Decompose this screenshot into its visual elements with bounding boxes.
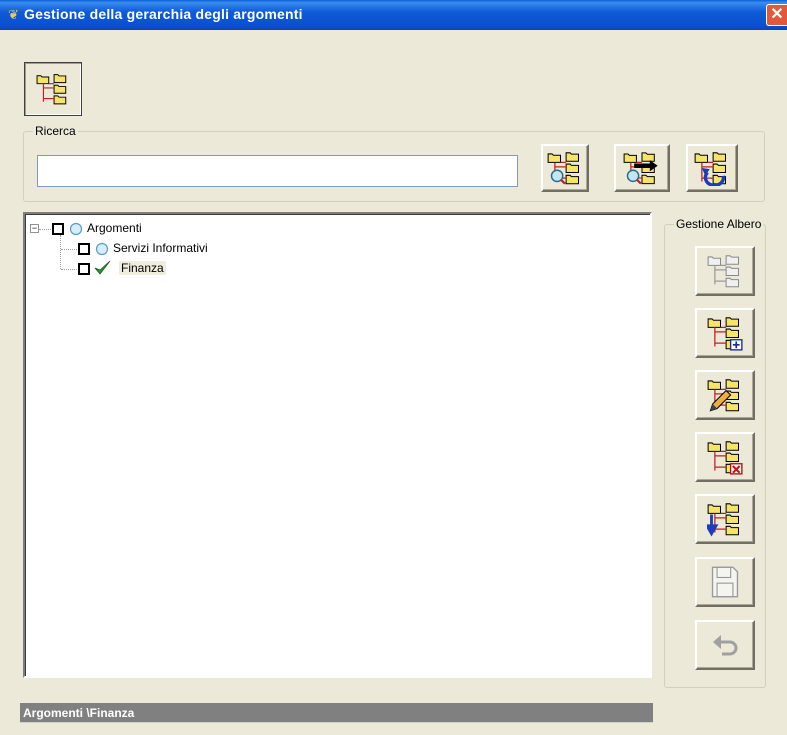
tree-expander[interactable]: −	[30, 224, 39, 233]
floppy-disk-icon	[711, 566, 739, 598]
tree-node-servizi-informativi[interactable]: Servizi Informativi	[111, 241, 210, 255]
undo-icon	[713, 635, 738, 656]
add-node-button[interactable]	[695, 308, 755, 358]
search-reset-button[interactable]	[686, 144, 738, 192]
edit-node-button[interactable]	[695, 370, 755, 420]
close-icon: ✕	[770, 6, 784, 23]
circle-icon	[95, 242, 109, 256]
search-next-button[interactable]	[614, 144, 670, 192]
search-tree-button[interactable]	[541, 144, 589, 192]
tree-search-next-icon	[623, 150, 658, 185]
tree-management-label: Gestione Albero	[674, 217, 764, 231]
window-title: Gestione della gerarchia degli argomenti	[24, 6, 303, 22]
expand-all-button[interactable]	[695, 246, 755, 296]
tree-edit-icon	[707, 377, 743, 412]
tree-checkbox-argomenti[interactable]	[52, 223, 64, 235]
hierarchy-view-button[interactable]	[24, 62, 82, 116]
selected-path-status: Argomenti \Finanza	[20, 703, 653, 723]
delete-node-button[interactable]	[695, 432, 755, 482]
tree-node-argomenti[interactable]: Argomenti	[85, 221, 144, 235]
move-node-button[interactable]	[695, 494, 755, 544]
topic-tree[interactable]: − Argomenti Servizi Informativi Finanza	[23, 212, 652, 678]
tree-add-icon	[707, 315, 743, 351]
tree-checkbox-servizi[interactable]	[78, 243, 90, 255]
tree-refresh-icon	[694, 150, 730, 186]
search-input[interactable]	[37, 155, 518, 187]
save-button[interactable]	[695, 557, 755, 607]
tree-checkbox-finanza[interactable]	[78, 263, 90, 275]
tree-move-icon	[707, 501, 743, 537]
hierarchy-tree-icon	[36, 72, 70, 106]
search-group-label: Ricerca	[33, 124, 78, 138]
app-icon: ❦	[8, 7, 19, 22]
checkmark-icon	[94, 260, 111, 275]
tree-search-icon	[547, 150, 583, 185]
tree-node-finanza[interactable]: Finanza	[119, 261, 166, 275]
circle-icon	[69, 222, 83, 236]
undo-button[interactable]	[695, 620, 755, 670]
tree-delete-icon	[707, 439, 743, 475]
title-bar[interactable]: ❦ Gestione della gerarchia degli argomen…	[0, 0, 787, 30]
close-button[interactable]: ✕	[766, 4, 787, 26]
tree-expand-icon	[707, 253, 743, 289]
